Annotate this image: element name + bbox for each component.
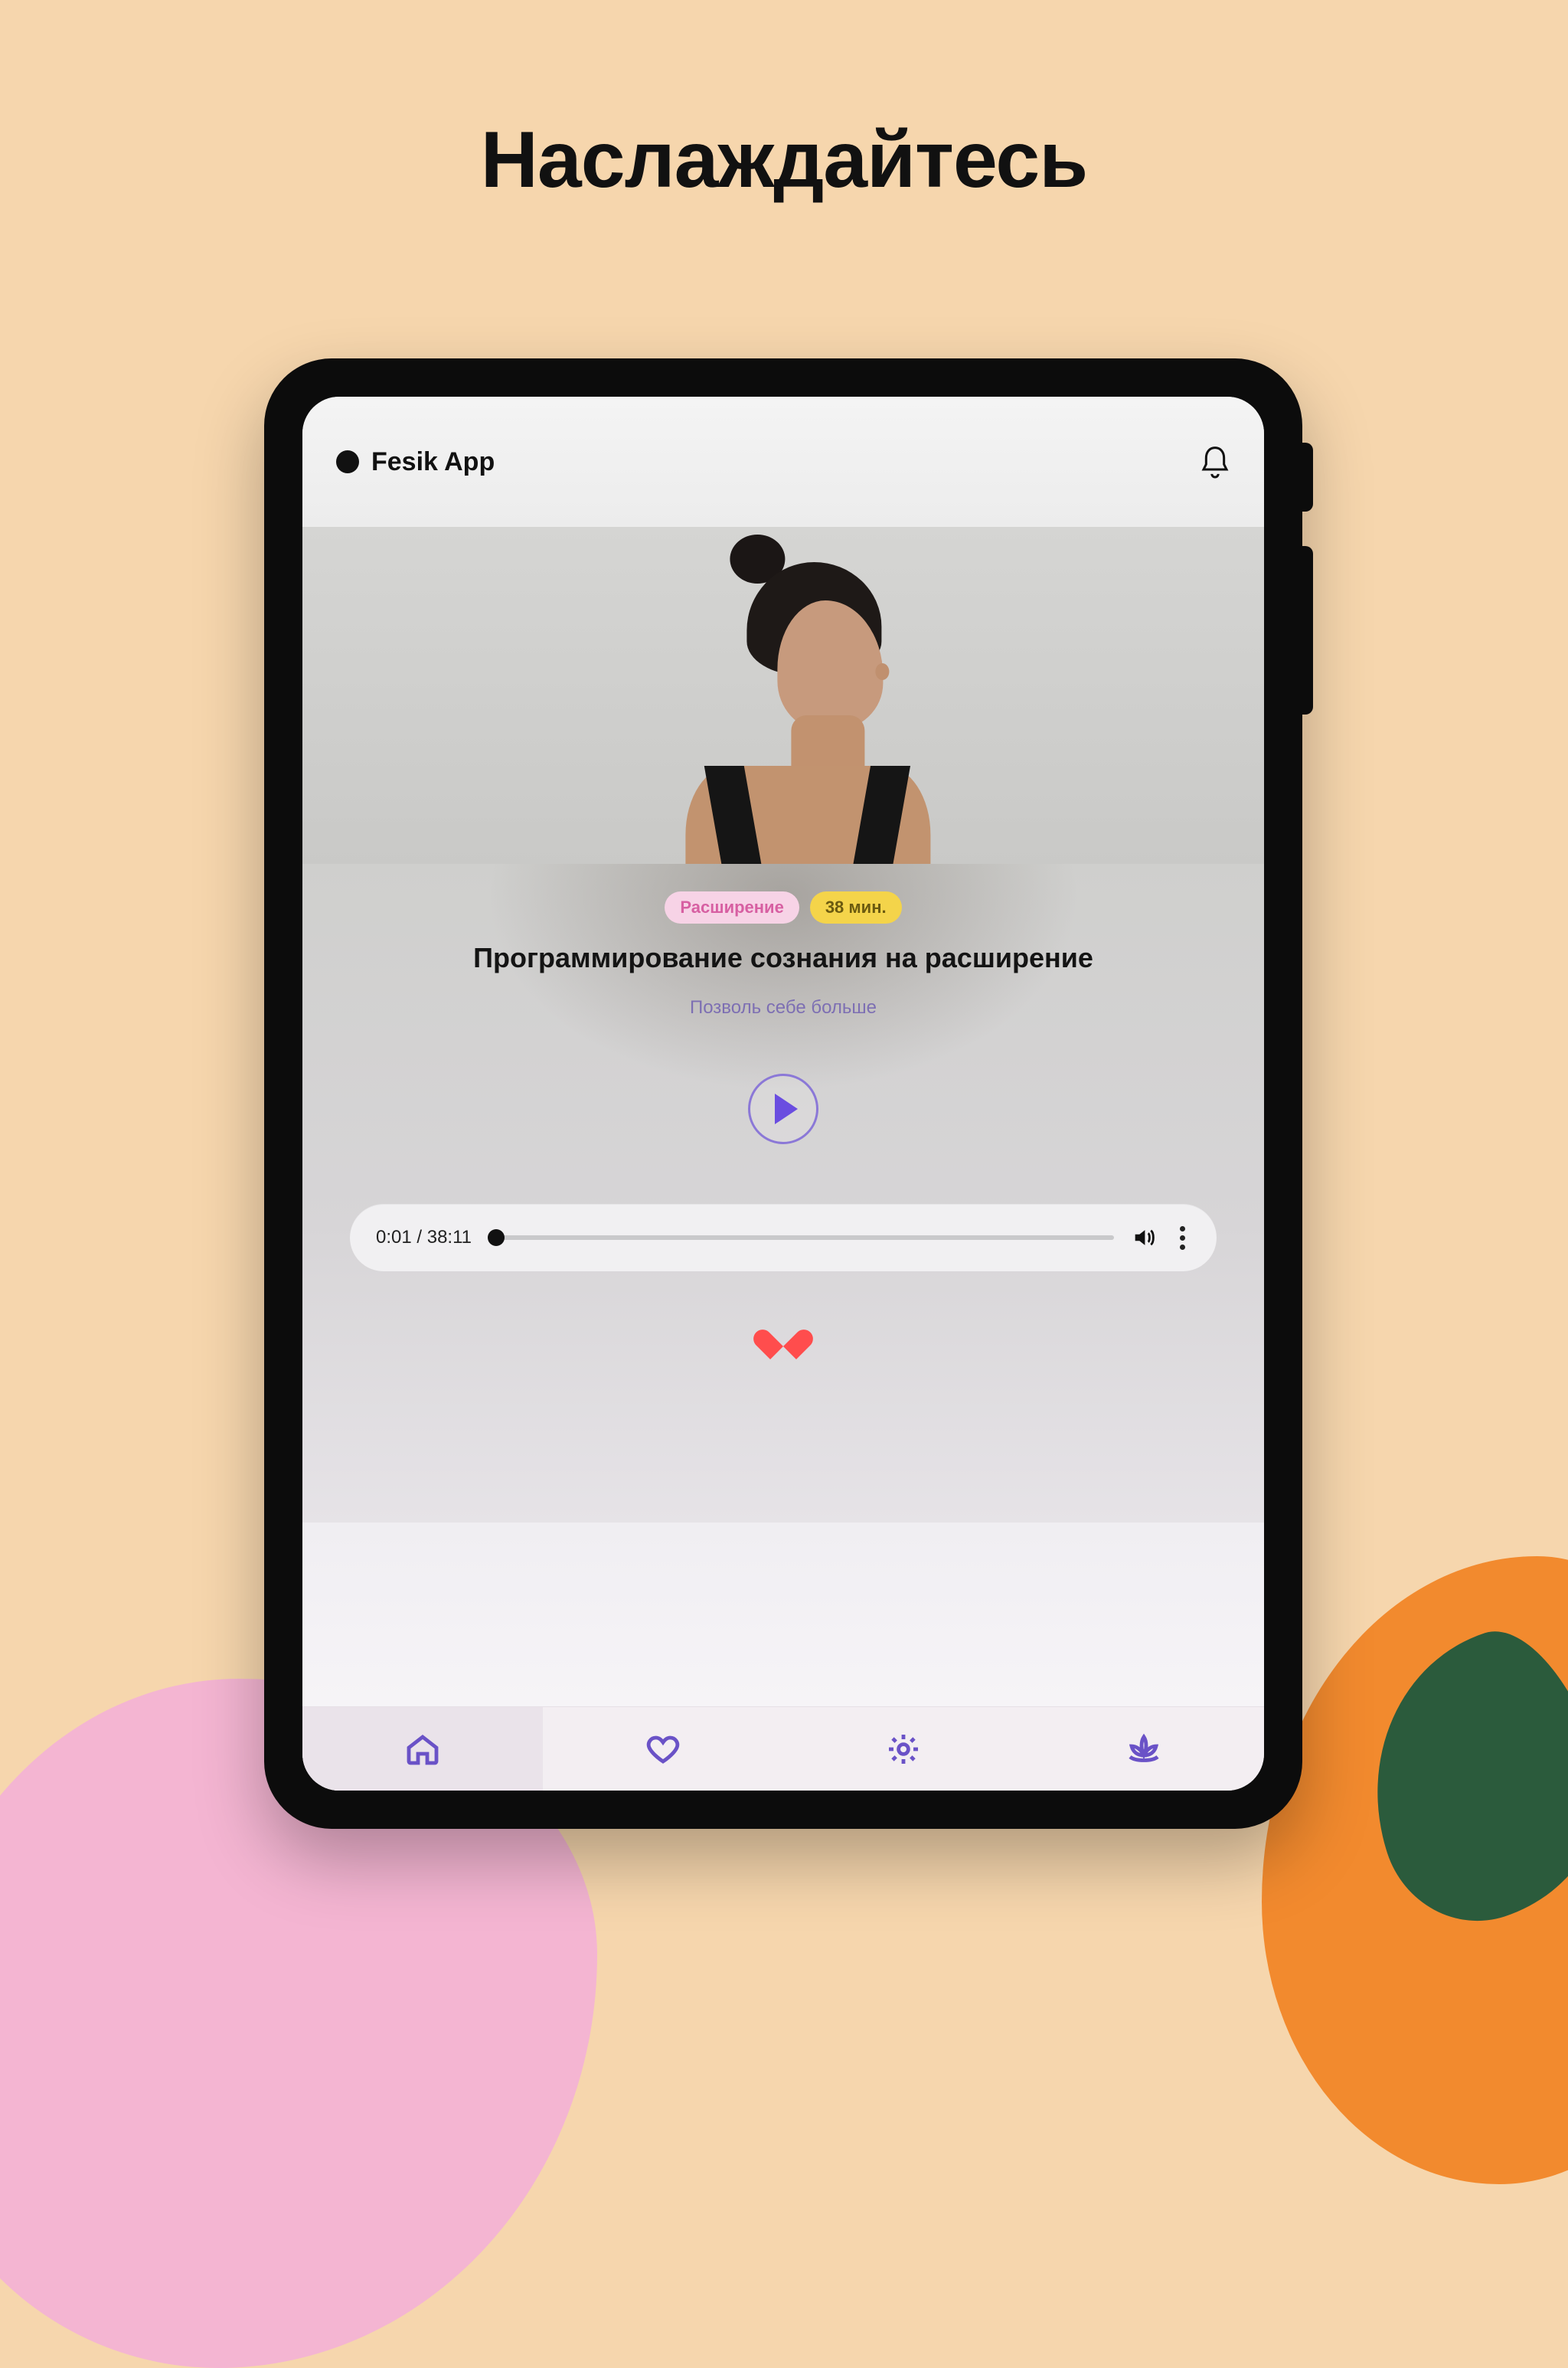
tab-home[interactable] [302,1707,543,1791]
app-logo-icon [336,450,359,473]
home-icon [404,1731,441,1768]
play-icon [775,1094,798,1124]
kebab-icon [1180,1226,1185,1231]
audio-time: 0:01 / 38:11 [376,1227,472,1248]
notifications-button[interactable] [1200,443,1230,480]
tablet-frame: Fesik App Расширение [264,358,1302,1829]
tab-bar [302,1706,1264,1791]
track-subtitle: Позволь себе больше [302,997,1264,1019]
app-screen: Fesik App Расширение [302,397,1264,1791]
track-title: Программирование сознания на расширение [302,942,1264,974]
tab-meditate[interactable] [1024,1707,1264,1791]
device-volume-button [1302,546,1313,715]
device-lock-button [1302,443,1313,512]
player-panel: Расширение 38 мин. Программирование созн… [302,864,1264,1523]
promo-headline: Наслаждайтесь [0,115,1568,206]
category-badge: Расширение [665,891,799,924]
seek-thumb[interactable] [488,1229,505,1246]
seek-slider[interactable] [488,1235,1114,1240]
lotus-icon [1125,1731,1162,1768]
badge-row: Расширение 38 мин. [302,864,1264,924]
tab-favorites[interactable] [543,1707,783,1791]
app-header: Fesik App [302,397,1264,527]
app-name: Fesik App [371,447,495,477]
audio-more-button[interactable] [1174,1226,1191,1250]
duration-badge: 38 мин. [810,891,902,924]
content-area [302,1523,1264,1706]
person-illustration [632,535,923,895]
bell-icon [1200,443,1230,480]
tab-settings[interactable] [783,1707,1024,1791]
hero-image [302,527,1264,895]
heart-icon [645,1731,681,1768]
play-button[interactable] [748,1074,818,1144]
audio-bar: 0:01 / 38:11 [350,1204,1217,1271]
favorite-button[interactable] [766,1317,801,1349]
speaker-icon [1131,1225,1157,1251]
gear-icon [885,1731,922,1768]
volume-button[interactable] [1131,1225,1157,1251]
